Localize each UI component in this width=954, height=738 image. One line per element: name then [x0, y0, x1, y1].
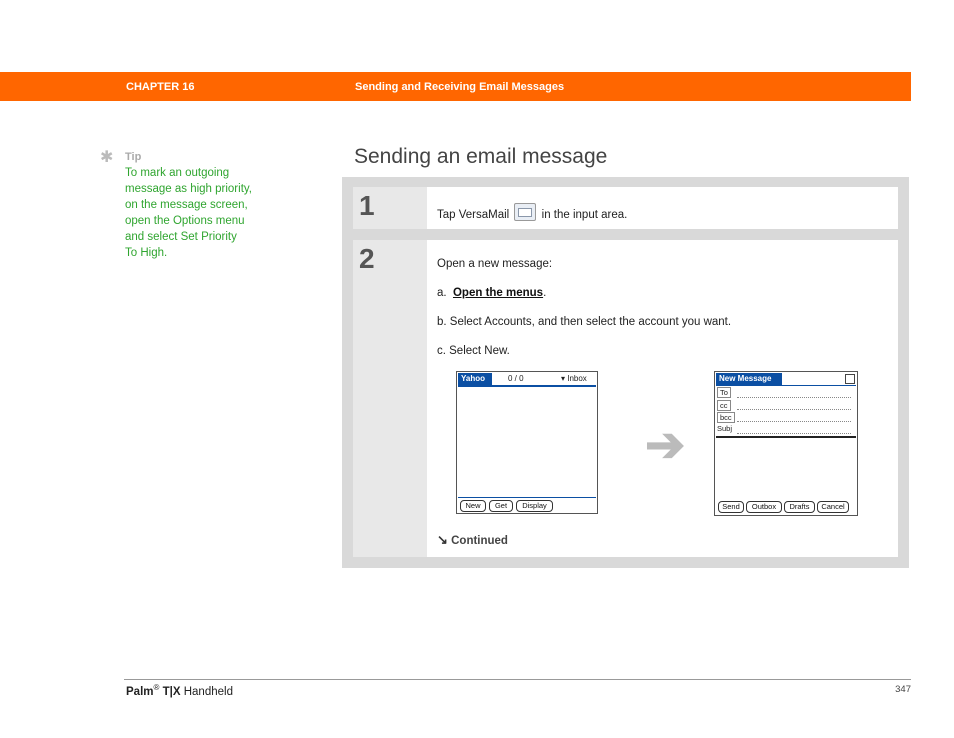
chapter-title: Sending and Receiving Email Messages [355, 81, 565, 93]
title-underline [716, 385, 856, 386]
step-1-text-after: in the input area. [541, 209, 628, 221]
continued-label: Continued [451, 535, 508, 547]
bcc-field-line[interactable] [737, 421, 851, 422]
continued-note[interactable]: ↘ Continued [437, 532, 508, 548]
subject-label: Subj [717, 424, 733, 433]
step-2: 2 Open a new message: a. Open the menus.… [353, 240, 898, 557]
step-number: 1 [359, 190, 375, 221]
chapter-number: CHAPTER 16 [126, 81, 195, 93]
step-2-a: a. Open the menus. [437, 287, 546, 299]
open-menus-link[interactable]: Open the menus [453, 287, 543, 299]
page-number: 347 [895, 684, 911, 695]
versamail-icon [514, 203, 537, 221]
drafts-button[interactable]: Drafts [784, 501, 815, 513]
right-arrow-icon: ➔ [645, 419, 686, 472]
continued-arrow-icon: ↘ [437, 532, 448, 547]
tip-label: Tip [125, 151, 142, 163]
cancel-button[interactable]: Cancel [817, 501, 849, 513]
footer-suffix: Handheld [183, 685, 233, 698]
step-content: Tap VersaMail in the input area. [437, 187, 890, 229]
inbox-screenshot: Yahoo 0 / 0 ▾ Inbox New Get Display [456, 371, 598, 514]
outbox-button[interactable]: Outbox [746, 501, 782, 513]
new-message-screenshot: New Message To cc bcc Subj Send Outbox D… [714, 371, 858, 516]
footer-model: T|X [162, 685, 181, 698]
steps-box: 1 Tap VersaMail in the input area. 2 Ope… [342, 177, 909, 568]
tip-line: on the message screen, [125, 199, 248, 211]
to-field-line[interactable] [737, 397, 851, 398]
tip-text: To mark an outgoing message as high prio… [125, 165, 275, 261]
inbox-title: Yahoo [458, 373, 492, 385]
step-number-column: 1 [353, 187, 427, 229]
step-2-intro: Open a new message: [437, 258, 553, 270]
inbox-count: 0 / 0 [508, 374, 524, 383]
tip-line: and select Set Priority [125, 231, 237, 243]
to-field-label[interactable]: To [717, 387, 731, 398]
step-2-b: b. Select Accounts, and then select the … [437, 316, 732, 328]
new-button[interactable]: New [460, 500, 486, 512]
display-button[interactable]: Display [516, 500, 553, 512]
step-1-text-before: Tap VersaMail [437, 209, 510, 221]
step-content: Open a new message: a. Open the menus. b… [437, 240, 890, 557]
footer-product: Palm® T|X Handheld [126, 683, 233, 698]
step-number: 2 [359, 243, 375, 274]
tip-line: To High. [125, 247, 168, 259]
cc-field-line[interactable] [737, 409, 851, 410]
step-2-a-prefix: a. [437, 287, 447, 299]
button-divider [458, 497, 596, 498]
asterisk-icon: ✱ [100, 149, 114, 166]
section-title: Sending an email message [354, 145, 608, 168]
step-1: 1 Tap VersaMail in the input area. [353, 187, 898, 229]
tip-line: message as high priority, [125, 183, 252, 195]
body-divider [716, 436, 856, 438]
footer-brand: Palm [126, 685, 154, 698]
footer-rule [124, 679, 911, 680]
step-number-column: 2 [353, 240, 427, 557]
step-2-a-suffix: . [543, 287, 547, 299]
send-button[interactable]: Send [718, 501, 744, 513]
title-underline [458, 385, 596, 387]
tip-line: To mark an outgoing [125, 167, 230, 179]
chapter-header: CHAPTER 16 Sending and Receiving Email M… [0, 72, 911, 101]
get-button[interactable]: Get [489, 500, 513, 512]
tip-line: open the Options menu [125, 215, 245, 227]
subject-field-line[interactable] [737, 433, 851, 434]
step-1-text: Tap VersaMail in the input area. [437, 203, 627, 221]
cc-field-label[interactable]: cc [717, 400, 731, 411]
new-message-title: New Message [716, 373, 782, 385]
bcc-field-label[interactable]: bcc [717, 412, 735, 423]
inbox-folder-picker[interactable]: ▾ Inbox [561, 374, 587, 383]
footer-registered-mark: ® [153, 683, 160, 692]
step-2-c: c. Select New. [437, 345, 510, 357]
menu-icon[interactable] [845, 374, 855, 384]
